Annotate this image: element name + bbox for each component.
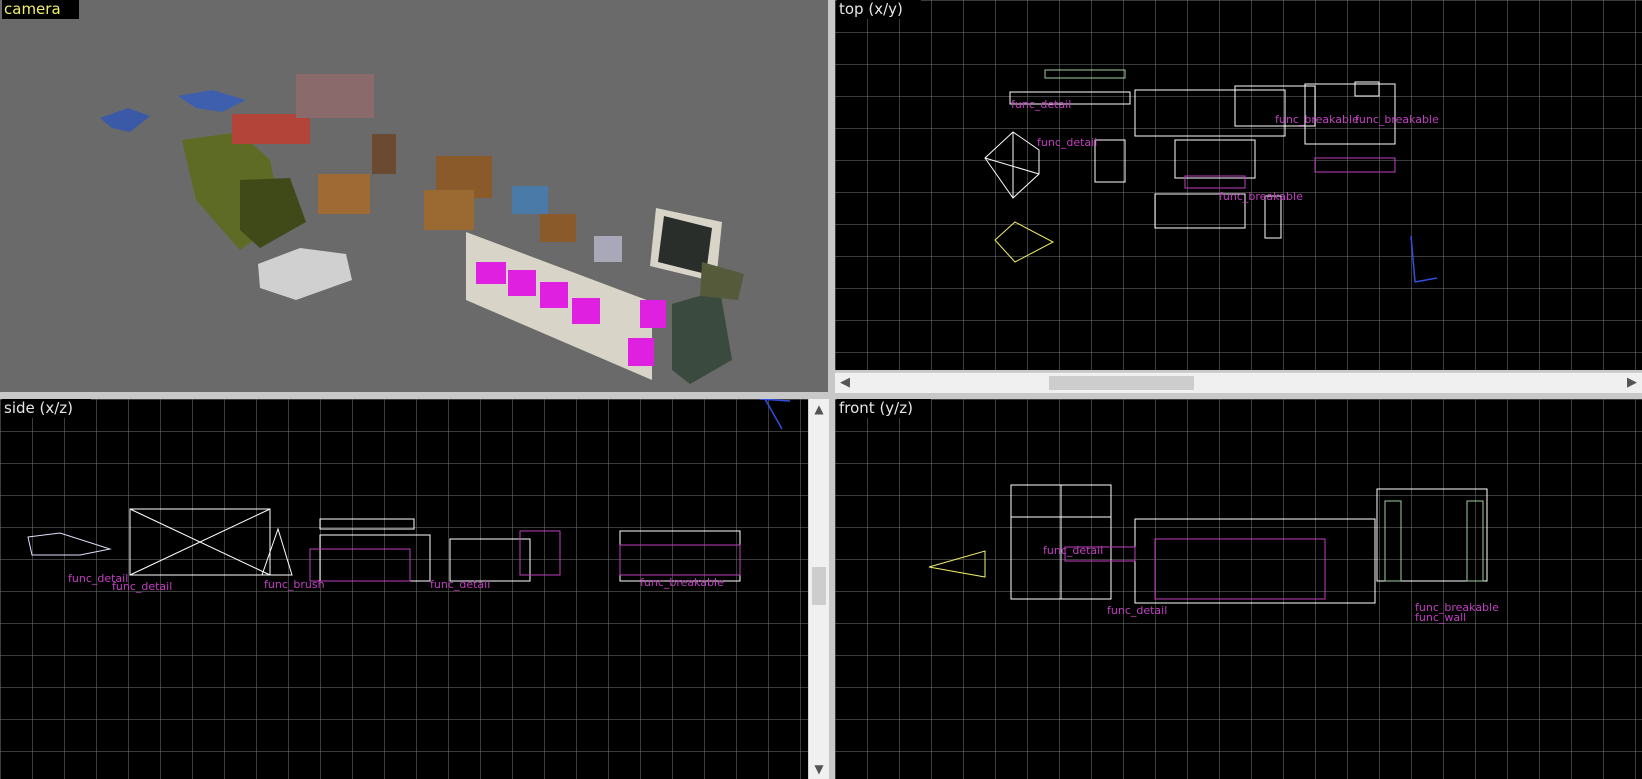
scroll-left-icon[interactable]: ◀ — [835, 373, 855, 393]
crate-object — [512, 186, 548, 214]
top-horizontal-scrollbar[interactable]: ◀ ▶ — [835, 372, 1642, 393]
car-object — [258, 248, 352, 300]
entity-label: func_breakable — [640, 576, 724, 589]
crate-object — [424, 190, 474, 230]
scroll-right-icon[interactable]: ▶ — [1622, 373, 1642, 393]
side-viewport-label: side (x/z) — [2, 399, 92, 418]
top-viewport[interactable]: top (x/y) func_detail func_breakable fun… — [835, 0, 1642, 370]
entity-label: func_detail — [1037, 136, 1097, 149]
side-brushes: func_detail func_detail func_brush func_… — [27, 399, 791, 593]
entity-label: func_detail — [1011, 98, 1071, 111]
entity-label: func_detail — [1107, 604, 1167, 617]
crate-object — [372, 134, 396, 174]
front-viewport-label: front (y/z) — [837, 399, 931, 418]
tarp-object — [178, 90, 246, 112]
red-container — [232, 114, 310, 144]
side-vertical-scrollbar[interactable]: ▲ ▼ — [808, 399, 829, 779]
entity-label: func_detail — [112, 580, 172, 593]
pink-block — [640, 300, 666, 328]
side-viewport[interactable]: side (x/z) func_detail func_detail func_… — [0, 399, 808, 779]
truck-cab — [240, 178, 306, 248]
camera-scene — [100, 74, 744, 384]
camera-viewport[interactable]: camera — [0, 0, 828, 392]
crate-object — [540, 214, 576, 242]
entity-label: func_breakable — [1355, 113, 1439, 126]
machine-object — [700, 262, 744, 300]
scrollbar-thumb[interactable] — [812, 567, 826, 605]
pink-block — [508, 270, 536, 296]
scroll-up-icon[interactable]: ▲ — [809, 399, 829, 419]
front-viewport[interactable]: front (y/z) func_detail func_detail func… — [835, 399, 1642, 779]
entity-label: func_wall — [1415, 611, 1466, 624]
entity-label: func_detail — [430, 578, 490, 591]
entity-label: func_breakable — [1219, 190, 1303, 203]
pink-block — [628, 338, 654, 366]
entity-label: func_detail — [1043, 544, 1103, 557]
scroll-down-icon[interactable]: ▼ — [809, 759, 829, 779]
tarp-object — [100, 108, 150, 132]
container-object — [296, 74, 374, 118]
machine-object — [672, 290, 732, 384]
top-brushes: func_detail func_breakable func_detail f… — [984, 69, 1439, 283]
front-brushes: func_detail func_detail func_breakable f… — [928, 484, 1499, 624]
pink-block — [540, 282, 568, 308]
pink-block — [476, 262, 506, 284]
crate-object — [594, 236, 622, 262]
scrollbar-thumb[interactable] — [1049, 376, 1194, 390]
entity-label: func_brush — [264, 578, 325, 591]
entity-label: func_breakable — [1275, 113, 1359, 126]
top-viewport-label: top (x/y) — [837, 0, 921, 19]
camera-viewport-label: camera — [2, 0, 79, 19]
pink-block — [572, 298, 600, 324]
crate-object — [318, 174, 370, 214]
